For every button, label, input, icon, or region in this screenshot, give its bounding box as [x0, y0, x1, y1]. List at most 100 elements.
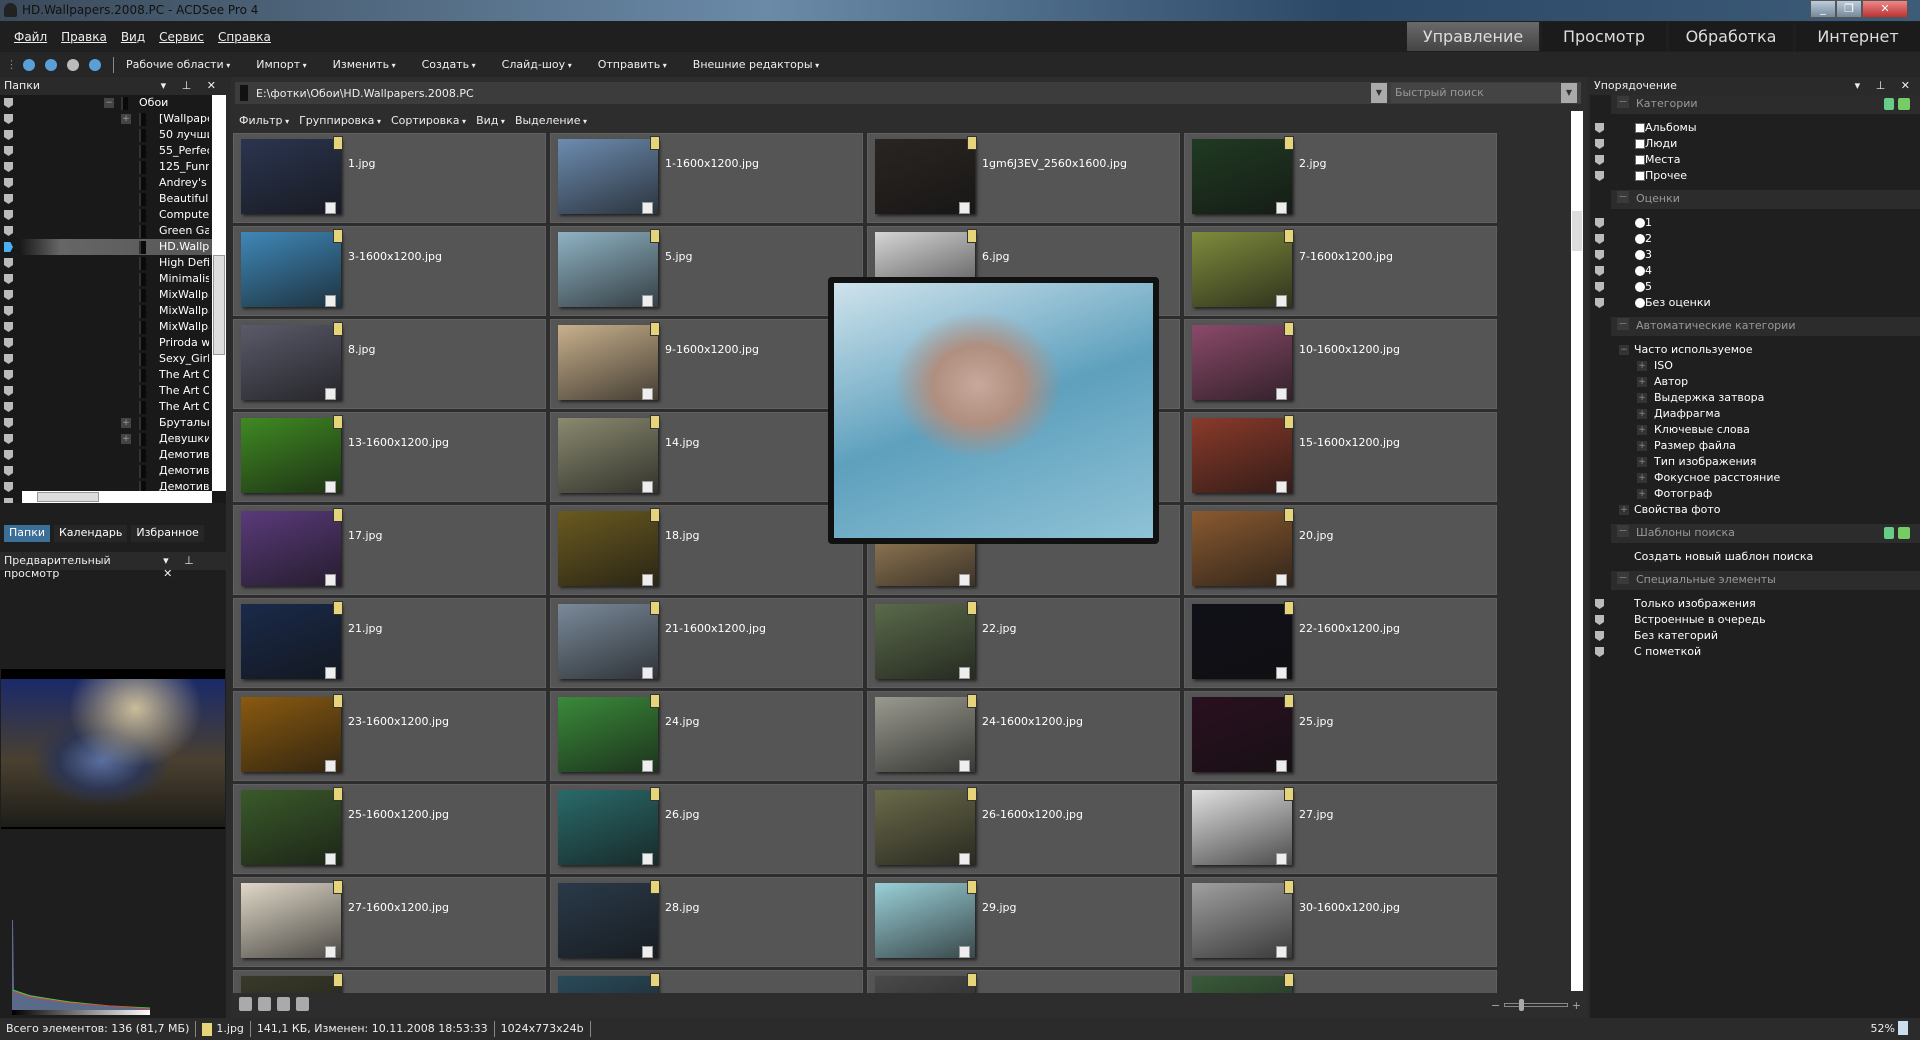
flag-icon[interactable]: [1595, 631, 1604, 641]
auto-category-item[interactable]: + Автор: [1590, 374, 1920, 390]
thumbnail-item[interactable]: 18.jpg: [550, 505, 863, 595]
add-icon[interactable]: [1898, 527, 1910, 539]
select-checkbox[interactable]: [642, 202, 653, 214]
tree-horizontal-scrollbar[interactable]: [22, 491, 212, 503]
select-checkbox[interactable]: [1276, 946, 1287, 958]
flag-icon[interactable]: [4, 354, 13, 364]
radio[interactable]: [1635, 218, 1645, 228]
select-checkbox[interactable]: [959, 667, 970, 679]
expand-icon[interactable]: +: [1637, 489, 1647, 499]
thumbnail-item[interactable]: [233, 970, 546, 993]
section-header-saved-searches[interactable]: Шаблоны поиска: [1611, 524, 1920, 543]
thumbnail-item[interactable]: 1.jpg: [233, 133, 546, 223]
folder-item[interactable]: HD.Wallpa: [0, 239, 226, 255]
folder-item[interactable]: MixWallpa: [0, 287, 226, 303]
thumbnail-item[interactable]: [867, 970, 1180, 993]
folder-item[interactable]: Minimalism: [0, 271, 226, 287]
checkbox[interactable]: [1635, 171, 1645, 181]
forward-icon[interactable]: [67, 58, 79, 71]
radio[interactable]: [1635, 234, 1645, 244]
folder-item[interactable]: ComputerD: [0, 207, 226, 223]
expand-icon[interactable]: +: [1637, 441, 1647, 451]
toolbar-menu[interactable]: Создать: [422, 58, 476, 71]
rating-item[interactable]: 5: [1590, 279, 1920, 295]
flag-icon[interactable]: [4, 482, 13, 492]
folder-item[interactable]: High Defin: [0, 255, 226, 271]
toolbar-menu[interactable]: Внешние редакторы: [693, 58, 819, 71]
folder-item[interactable]: MixWallpa: [0, 303, 226, 319]
auto-category-item[interactable]: + ISO: [1590, 358, 1920, 374]
thumbnail-item[interactable]: 22-1600x1200.jpg: [1184, 598, 1497, 688]
select-checkbox[interactable]: [959, 946, 970, 958]
select-checkbox[interactable]: [1276, 202, 1287, 214]
compare-icon[interactable]: [296, 997, 309, 1011]
restore-button[interactable]: ❐: [1836, 0, 1862, 18]
path-dropdown[interactable]: ▼: [1371, 83, 1387, 103]
flag-icon[interactable]: [4, 402, 13, 412]
folder-item[interactable]: MixWallpa: [0, 319, 226, 335]
create-search-link[interactable]: Создать новый шаблон поиска: [1590, 549, 1920, 565]
toolbar-menu[interactable]: Слайд-шоу: [502, 58, 572, 71]
folder-item[interactable]: Sexy_Girls: [0, 351, 226, 367]
thumbnail-item[interactable]: 3-1600x1200.jpg: [233, 226, 546, 316]
thumbnail-size-slider[interactable]: − +: [1491, 998, 1581, 1012]
auto-group[interactable]: + Свойства фото: [1590, 502, 1920, 518]
thumbnail-item[interactable]: 28.jpg: [550, 877, 863, 967]
thumbnail-item[interactable]: 24-1600x1200.jpg: [867, 691, 1180, 781]
special-item[interactable]: Встроенные в очередь: [1590, 612, 1920, 628]
radio[interactable]: [1635, 266, 1645, 276]
flag-icon[interactable]: [4, 242, 13, 252]
auto-category-item[interactable]: + Ключевые слова: [1590, 422, 1920, 438]
home-icon[interactable]: [23, 58, 35, 71]
toolbar-menu[interactable]: Рабочие области: [126, 58, 230, 71]
flag-icon[interactable]: [4, 274, 13, 284]
flag-icon[interactable]: [1595, 266, 1604, 276]
expand-toggle[interactable]: +: [121, 418, 131, 428]
flag-icon[interactable]: [4, 322, 13, 332]
select-checkbox[interactable]: [1276, 760, 1287, 772]
filter-menu[interactable]: Выделение: [515, 114, 587, 127]
flag-icon[interactable]: [4, 130, 13, 140]
radio[interactable]: [1635, 298, 1645, 308]
special-item[interactable]: Без категорий: [1590, 628, 1920, 644]
flag-icon[interactable]: [4, 162, 13, 172]
slider-handle[interactable]: [1519, 999, 1525, 1011]
quick-search-input[interactable]: Быстрый поиск ▼: [1391, 83, 1581, 103]
filter-menu[interactable]: Вид: [476, 114, 505, 127]
select-checkbox[interactable]: [642, 388, 653, 400]
flag-icon[interactable]: [1595, 282, 1604, 292]
section-header-categories[interactable]: Категории: [1611, 95, 1920, 114]
category-item[interactable]: Прочее: [1590, 168, 1920, 184]
select-checkbox[interactable]: [325, 295, 336, 307]
expand-icon[interactable]: +: [1637, 457, 1647, 467]
flag-icon[interactable]: [4, 258, 13, 268]
checkbox[interactable]: [1635, 139, 1645, 149]
section-header-special-items[interactable]: Специальные элементы: [1611, 571, 1920, 590]
checkbox[interactable]: [1635, 123, 1645, 133]
auto-category-item[interactable]: + Фотограф: [1590, 486, 1920, 502]
quick-search-dropdown[interactable]: ▼: [1561, 83, 1577, 103]
flag-icon[interactable]: [4, 338, 13, 348]
folder-item[interactable]: 50 лучших: [0, 127, 226, 143]
folder-item[interactable]: The Art Of: [0, 383, 226, 399]
category-item[interactable]: Места: [1590, 152, 1920, 168]
expand-icon[interactable]: +: [1637, 409, 1647, 419]
flag-icon[interactable]: [4, 306, 13, 316]
thumbnail-item[interactable]: 14.jpg: [550, 412, 863, 502]
expand-icon[interactable]: +: [1637, 473, 1647, 483]
close-button[interactable]: ✕: [1862, 0, 1908, 18]
folder-item[interactable]: Green Gar: [0, 223, 226, 239]
select-checkbox[interactable]: [959, 574, 970, 586]
auto-category-item[interactable]: + Диафрагма: [1590, 406, 1920, 422]
auto-category-item[interactable]: + Тип изображения: [1590, 454, 1920, 470]
flag-icon[interactable]: [4, 146, 13, 156]
select-checkbox[interactable]: [325, 574, 336, 586]
folder-item[interactable]: Демотива: [0, 463, 226, 479]
toolbar-menu[interactable]: Изменить: [333, 58, 396, 71]
select-checkbox[interactable]: [642, 667, 653, 679]
thumbnail-item[interactable]: 5.jpg: [550, 226, 863, 316]
flag-icon[interactable]: [4, 386, 13, 396]
auto-group[interactable]: − Часто используемое: [1590, 342, 1920, 358]
left-tab[interactable]: Избранное: [131, 525, 204, 542]
rating-item[interactable]: 2: [1590, 231, 1920, 247]
